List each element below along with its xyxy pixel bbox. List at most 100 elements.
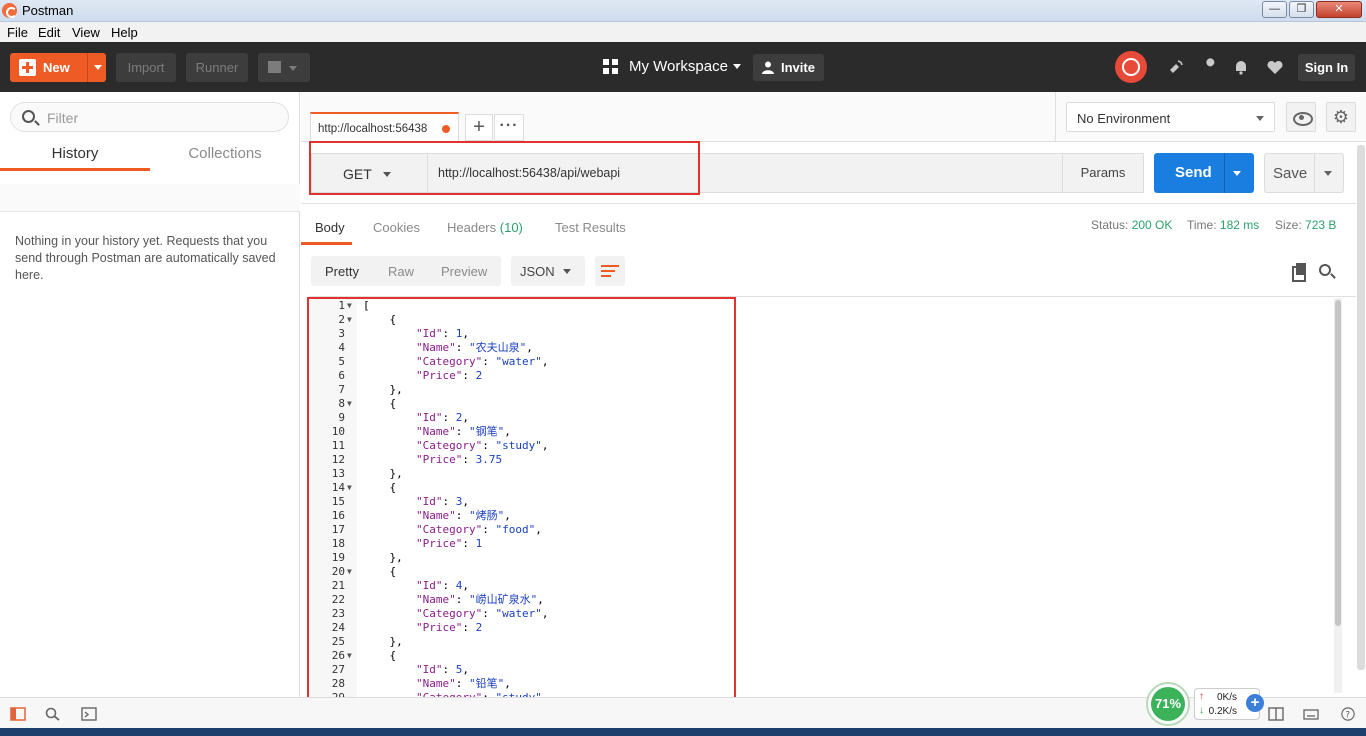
tab-body[interactable]: Body <box>315 220 345 235</box>
code-line: 23 "Category": "water", <box>309 607 1349 621</box>
fold-toggle-icon[interactable]: ▼ <box>347 649 355 663</box>
main-scrollbar[interactable] <box>1357 145 1365 670</box>
satellite-icon[interactable] <box>1167 58 1185 76</box>
help-icon[interactable]: ? <box>1340 707 1356 721</box>
line-number: 12 <box>331 453 345 466</box>
line-text: "Id": 5, <box>415 663 469 676</box>
find-icon[interactable] <box>45 707 61 721</box>
tab-cookies[interactable]: Cookies <box>373 220 420 235</box>
method-select[interactable]: GET <box>311 153 427 193</box>
postman-logo-icon <box>2 3 17 18</box>
line-number: 25 <box>331 635 345 648</box>
format-type-select[interactable]: JSON <box>511 256 585 286</box>
raw-toggle[interactable]: Raw <box>388 264 414 279</box>
menu-help[interactable]: Help <box>111 25 138 40</box>
import-button[interactable]: Import <box>116 53 176 82</box>
new-window-button[interactable] <box>258 53 310 82</box>
invite-button[interactable]: Invite <box>753 54 824 81</box>
new-button[interactable]: New <box>10 53 106 82</box>
fold-toggle-icon[interactable]: ▼ <box>347 481 355 495</box>
environment-quick-look-eye-icon[interactable] <box>1286 102 1316 132</box>
network-speed-widget[interactable]: 71% ↑ 0K/s ↓ 0.2K/s + <box>1146 682 1266 726</box>
response-scrollbar-thumb[interactable] <box>1335 300 1341 626</box>
line-number: 21 <box>331 579 345 592</box>
filter-field[interactable] <box>10 102 289 132</box>
status-value: 200 OK <box>1131 218 1173 232</box>
wrap-lines-icon[interactable] <box>595 256 625 286</box>
line-number: 8 <box>338 397 345 410</box>
line-text: [ <box>363 299 370 312</box>
console-icon[interactable] <box>81 707 97 721</box>
close-window-button[interactable]: ✕ <box>1316 1 1362 18</box>
tab-headers[interactable]: Headers (10) <box>447 220 523 235</box>
line-number: 22 <box>331 593 345 606</box>
sign-in-button[interactable]: Sign In <box>1298 54 1355 81</box>
menu-file[interactable]: File <box>7 25 28 40</box>
tab-history[interactable]: History <box>0 145 150 171</box>
bell-icon[interactable] <box>1232 58 1250 76</box>
more-tabs-button[interactable]: ··· <box>494 114 524 141</box>
menu-edit[interactable]: Edit <box>38 25 60 40</box>
url-field[interactable] <box>427 153 1063 193</box>
preview-toggle[interactable]: Preview <box>441 264 487 279</box>
send-dropdown-caret-icon[interactable] <box>1233 171 1241 176</box>
line-text: "Name": "崂山矿泉水", <box>415 593 544 606</box>
toggle-sidebar-icon[interactable] <box>10 707 26 721</box>
code-line: 1 ▼ [ <box>309 299 1349 313</box>
fold-toggle-icon[interactable]: ▼ <box>347 299 355 313</box>
heart-icon[interactable] <box>1266 58 1284 76</box>
new-dropdown-caret-icon[interactable] <box>94 65 102 70</box>
grid-icon <box>603 59 618 74</box>
line-number: 2 <box>338 313 345 326</box>
minimize-button[interactable]: — <box>1262 1 1287 18</box>
tab-collections[interactable]: Collections <box>150 145 300 171</box>
history-empty-message: Nothing in your history yet. Requests th… <box>15 234 276 282</box>
request-tab[interactable]: http://localhost:56438 <box>310 112 459 142</box>
fold-toggle-icon[interactable]: ▼ <box>347 397 355 411</box>
keyboard-shortcuts-icon[interactable] <box>1303 707 1319 721</box>
url-input[interactable] <box>438 165 1038 181</box>
line-text: "Price": 3.75 <box>415 453 503 466</box>
download-arrow-icon: ↓ <box>1199 705 1204 716</box>
code-line: 22 "Name": "崂山矿泉水", <box>309 593 1349 607</box>
maximize-button[interactable]: ❐ <box>1289 1 1314 18</box>
code-line: 21 "Id": 4, <box>309 579 1349 593</box>
params-button[interactable]: Params <box>1062 153 1144 193</box>
workspace-label: My Workspace <box>629 58 728 75</box>
fold-toggle-icon[interactable]: ▼ <box>347 313 355 327</box>
line-text: "Id": 2, <box>415 411 469 424</box>
copy-icon[interactable] <box>1292 263 1306 282</box>
line-number: 15 <box>331 495 345 508</box>
pretty-toggle[interactable]: Pretty <box>325 264 359 279</box>
menu-view[interactable]: View <box>72 25 100 40</box>
filter-input[interactable] <box>47 109 277 127</box>
unsaved-dot-icon <box>442 125 450 133</box>
save-dropdown-caret-icon[interactable] <box>1324 171 1332 176</box>
code-line: 15 "Id": 3, <box>309 495 1349 509</box>
code-line: 24 "Price": 2 <box>309 621 1349 635</box>
environment-select-label: No Environment <box>1077 111 1171 126</box>
new-button-label: New <box>43 60 70 75</box>
new-window-icon <box>268 61 281 73</box>
line-text: }, <box>363 635 403 648</box>
tab-test-results[interactable]: Test Results <box>555 220 626 235</box>
line-number: 23 <box>331 607 345 620</box>
response-body-viewer[interactable]: 1 ▼[2 ▼ {3 "Id": 1, 4 "Name": "农夫山泉", 5 "Cat… <box>309 296 1356 697</box>
environment-select[interactable]: No Environment <box>1066 102 1275 132</box>
two-pane-view-icon[interactable] <box>1268 707 1284 721</box>
line-text: "Name": "农夫山泉", <box>415 341 533 354</box>
code-line: 25 }, <box>309 635 1349 649</box>
chevron-down-icon <box>563 269 571 274</box>
search-response-icon[interactable] <box>1319 264 1331 276</box>
add-tab-button[interactable]: + <box>465 114 493 141</box>
accelerate-plus-icon[interactable]: + <box>1246 694 1264 712</box>
tab-headers-label: Headers <box>447 220 497 235</box>
runner-button[interactable]: Runner <box>186 53 248 82</box>
line-text: { <box>363 481 397 494</box>
environment-settings-gear-icon[interactable]: ⚙ <box>1326 102 1356 132</box>
fold-toggle-icon[interactable]: ▼ <box>347 565 355 579</box>
send-button[interactable]: Send <box>1154 153 1254 193</box>
sync-status-icon[interactable] <box>1115 51 1147 83</box>
wrench-icon[interactable] <box>1202 58 1220 76</box>
save-button[interactable]: Save <box>1264 153 1344 193</box>
